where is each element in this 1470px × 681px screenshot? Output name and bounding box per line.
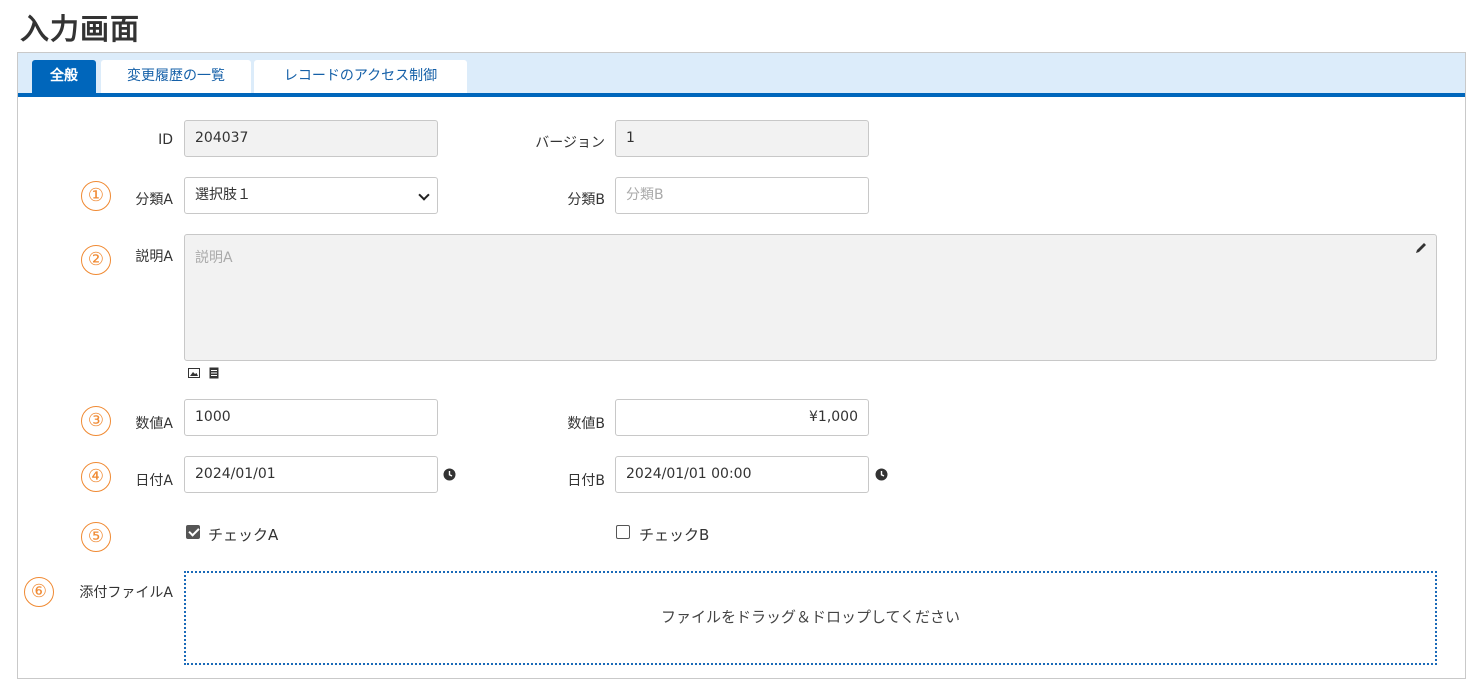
num-a-input[interactable]: 1000 [184,399,438,436]
page-title: 入力画面 [20,12,141,46]
marker-5: ⑤ [81,522,111,552]
marker-6: ⑥ [24,577,54,607]
desc-a-textarea[interactable]: 説明A [184,234,1437,361]
class-b-input[interactable]: 分類B [615,177,869,214]
date-a-input[interactable]: 2024/01/01 [184,456,438,493]
clock-icon[interactable] [443,468,456,481]
id-field: 204037 [184,120,438,157]
check-a-label[interactable]: チェックA [208,524,278,545]
pencil-icon[interactable] [1414,241,1428,255]
tab-general[interactable]: 全般 [32,60,96,93]
marker-1: ① [81,181,111,211]
image-icon[interactable] [188,367,200,379]
check-a-checkbox[interactable] [186,525,200,539]
chevron-down-icon [418,189,430,201]
class-a-select[interactable]: 選択肢１ [184,177,438,214]
tab-bar: 全般 変更履歴の一覧 レコードのアクセス制御 [18,53,1465,97]
attach-a-label: 添付ファイルA [79,585,173,601]
marker-4: ④ [81,462,111,492]
id-label: ID [158,132,173,148]
desc-a-label: 説明A [135,249,173,265]
date-b-label: 日付B [567,473,605,489]
version-field: 1 [615,120,869,157]
check-b-checkbox[interactable] [616,525,630,539]
tab-access-control[interactable]: レコードのアクセス制御 [254,60,467,93]
dropzone-text: ファイルをドラッグ＆ドロップしてください [660,608,961,626]
num-b-label: 数値B [567,416,605,432]
class-a-value: 選択肢１ [195,187,251,203]
tab-change-history[interactable]: 変更履歴の一覧 [101,60,251,93]
version-label: バージョン [535,135,605,151]
class-b-label: 分類B [567,192,605,208]
desc-a-placeholder: 説明A [195,250,233,266]
num-b-input[interactable]: ¥1,000 [615,399,869,436]
date-b-input[interactable]: 2024/01/01 00:00 [615,456,869,493]
form-panel: 全般 変更履歴の一覧 レコードのアクセス制御 ID 204037 バージョン 1… [17,52,1466,679]
file-icon[interactable] [208,367,220,379]
marker-3: ③ [81,406,111,436]
num-a-label: 数値A [135,416,173,432]
file-dropzone[interactable]: ファイルをドラッグ＆ドロップしてください [184,571,1437,665]
check-b-label[interactable]: チェックB [639,524,709,545]
class-a-label: 分類A [135,192,173,208]
marker-2: ② [81,245,111,275]
clock-icon[interactable] [875,468,888,481]
date-a-label: 日付A [135,473,173,489]
